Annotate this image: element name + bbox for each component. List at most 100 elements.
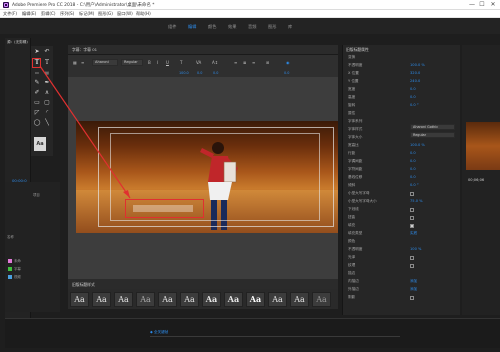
property-checkbox[interactable] <box>410 207 414 212</box>
project-label[interactable]: 项目 <box>33 192 40 197</box>
property-value[interactable]: 实底 <box>410 231 417 236</box>
property-value[interactable]: 0.0 ° <box>410 103 419 107</box>
menu-marker[interactable]: 标记(M) <box>79 11 94 17</box>
property-label: 行距 <box>348 151 356 155</box>
style-preset[interactable]: Aa <box>290 292 309 307</box>
underline-icon[interactable]: U <box>166 60 169 65</box>
leading-icon[interactable]: A↕ <box>212 60 218 65</box>
line-icon[interactable]: ╲ <box>43 119 51 126</box>
property-value[interactable]: 320.0 <box>410 71 420 75</box>
menu-help[interactable]: 帮助(H) <box>136 11 151 17</box>
timecode-value[interactable]: 0.0 <box>284 71 289 75</box>
align-left-icon[interactable]: ≡ <box>234 60 237 65</box>
property-checkbox[interactable] <box>410 191 414 196</box>
property-label: 外描边 <box>348 287 359 291</box>
workspace-tab-color[interactable]: 颜色 <box>208 24 216 30</box>
style-preset[interactable]: Aa <box>158 292 177 307</box>
property-value[interactable]: 100.0 % <box>410 63 425 67</box>
rounded-rectangle-icon[interactable]: ▢ <box>43 99 51 106</box>
property-value[interactable]: 0.0 <box>410 95 416 99</box>
workspace-tab-assembly[interactable]: 组件 <box>168 24 176 30</box>
style-preset[interactable]: Aa <box>246 292 265 307</box>
rectangle-icon[interactable]: ▭ <box>33 99 41 106</box>
kerning-icon[interactable]: VA <box>196 60 201 65</box>
property-value[interactable]: 添加 <box>410 279 417 284</box>
rotate-icon[interactable]: ↶ <box>43 48 51 55</box>
property-checkbox[interactable] <box>410 263 414 268</box>
property-checkbox[interactable] <box>410 223 414 228</box>
menu-graphics[interactable]: 图形(G) <box>98 11 113 17</box>
align-center-icon[interactable]: ≣ <box>243 60 246 65</box>
roll-crawl-icon[interactable]: ≡ <box>81 60 84 65</box>
arc-icon[interactable]: ◜ <box>43 109 51 116</box>
style-preset[interactable]: Aa <box>70 292 89 307</box>
workspace-tab-audio[interactable]: 音频 <box>248 24 256 30</box>
leading-value[interactable]: 0.0 <box>213 71 218 75</box>
style-preset[interactable]: Aa <box>180 292 199 307</box>
font-size-icon[interactable]: T <box>180 60 182 65</box>
menu-file[interactable]: 文件(F) <box>3 11 17 17</box>
property-value[interactable]: 100 % <box>410 247 421 251</box>
property-value[interactable]: 240.0 <box>410 79 420 83</box>
pen-delete-icon[interactable]: ✐ <box>33 89 41 96</box>
font-style-select[interactable]: Regular <box>121 59 143 66</box>
property-checkbox[interactable] <box>410 215 414 220</box>
project-item[interactable]: 视频 <box>8 274 34 280</box>
minimize-icon[interactable]: — <box>468 1 476 9</box>
style-preset[interactable]: Aa <box>224 292 243 307</box>
pen-add-icon[interactable]: ✒ <box>43 79 51 86</box>
property-value[interactable]: 0.0 <box>410 167 416 171</box>
font-style-dropdown[interactable]: Regular <box>410 132 455 138</box>
menu-bar: 文件(F) 编辑(E) 剪辑(C) 序列(S) 标记(M) 图形(G) 窗口(W… <box>0 10 500 18</box>
menu-sequence[interactable]: 序列(S) <box>60 11 74 17</box>
property-value[interactable]: 添加 <box>410 287 417 292</box>
wedge-icon[interactable]: ◸ <box>33 109 41 116</box>
align-right-icon[interactable]: ≡ <box>252 60 255 65</box>
menu-edit[interactable]: 编辑(E) <box>22 11 36 17</box>
style-preset[interactable]: Aa <box>92 292 111 307</box>
new-title-icon[interactable]: ▦ <box>73 60 77 65</box>
workspace-tab-libraries[interactable]: 库 <box>288 24 292 30</box>
italic-icon[interactable]: I <box>157 60 158 65</box>
text-box-highlight <box>125 199 204 218</box>
property-value[interactable]: 0.0 <box>410 87 416 91</box>
font-family-dropdown[interactable]: Aharoni Gothic <box>410 124 455 130</box>
property-value[interactable]: 0.0 <box>410 151 416 155</box>
property-checkbox[interactable] <box>410 295 414 300</box>
property-value[interactable]: 0.0 <box>410 159 416 163</box>
style-preset[interactable]: Aa <box>312 292 331 307</box>
project-item[interactable]: 未命 <box>8 258 34 264</box>
property-value[interactable]: 100.0 % <box>410 143 425 147</box>
font-size-value[interactable]: 100.0 <box>179 71 189 75</box>
vertical-text-icon[interactable]: T <box>43 59 51 66</box>
property-checkbox[interactable] <box>410 255 414 260</box>
ellipse-icon[interactable]: ◯ <box>33 119 41 126</box>
menu-clip[interactable]: 剪辑(C) <box>41 11 56 17</box>
path-text-icon[interactable]: ▤ <box>43 69 51 76</box>
show-background-video-icon[interactable]: ◉ <box>286 60 290 65</box>
bold-icon[interactable]: B <box>148 60 151 65</box>
workspace-tab-effects[interactable]: 效果 <box>228 24 236 30</box>
close-icon[interactable]: ✕ <box>489 1 497 9</box>
kerning-value[interactable]: 0.0 <box>197 71 202 75</box>
project-item[interactable]: 字幕 <box>8 266 34 272</box>
tab-stops-icon[interactable]: ⊞ <box>266 60 269 65</box>
style-preset[interactable]: Aa <box>202 292 221 307</box>
area-text-icon[interactable]: ▭ <box>33 69 41 76</box>
property-value[interactable]: 0.0 <box>410 175 416 179</box>
source-tab[interactable]: 源：(无剪辑) <box>7 40 28 45</box>
font-family-select[interactable]: Aharoni <box>92 59 118 66</box>
style-preset[interactable]: Aa <box>114 292 133 307</box>
menu-window[interactable]: 窗口(W) <box>117 11 133 17</box>
property-label: 字符间距 <box>348 167 363 171</box>
convert-anchor-icon[interactable]: ∧ <box>43 89 51 96</box>
property-value[interactable]: 75.0 % <box>410 199 423 203</box>
pen-icon[interactable]: ✎ <box>33 79 41 86</box>
workspace-tab-graphics[interactable]: 图形 <box>268 24 276 30</box>
selection-arrow-icon[interactable]: ➤ <box>33 48 41 55</box>
style-preset[interactable]: Aa <box>268 292 287 307</box>
workspace-tab-editing[interactable]: 编辑 <box>188 24 196 30</box>
style-preset[interactable]: Aa <box>136 292 155 307</box>
property-value[interactable]: 0.0 ° <box>410 183 419 187</box>
maximize-icon[interactable]: ☐ <box>478 1 486 9</box>
